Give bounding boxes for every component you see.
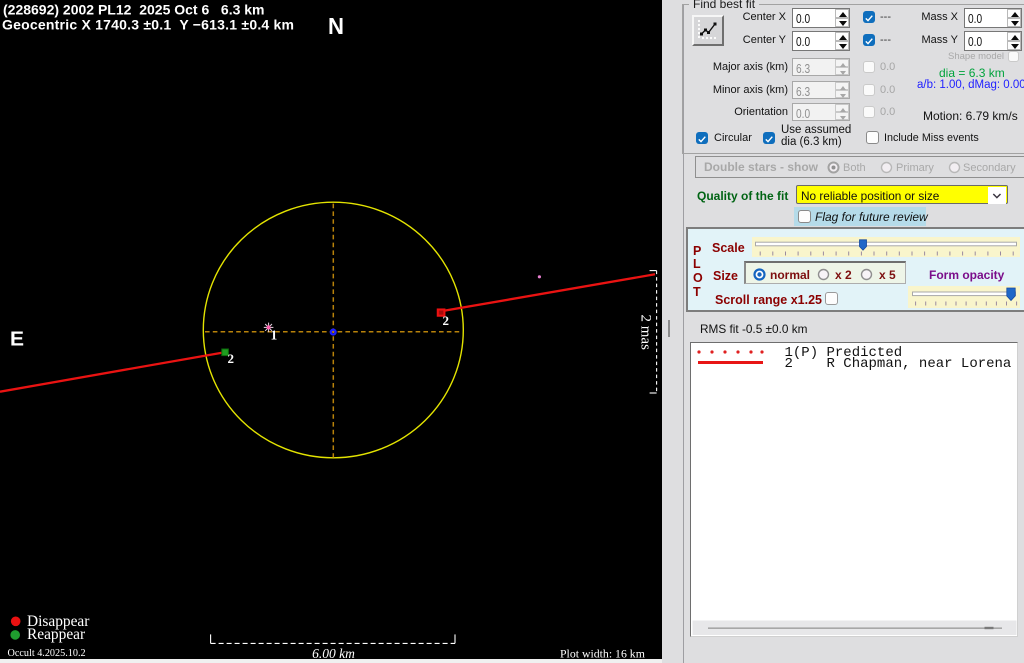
svg-text:(228692) 2002 PL12 2025 Oct 6: (228692) 2002 PL12 2025 Oct 6 6.3 km — [3, 2, 265, 18]
svg-text:Geocentric X 1740.3 ±0.1 Y −6: Geocentric X 1740.3 ±0.1 Y −613.1 ±0.4 k… — [2, 17, 294, 33]
svg-text:Reappear: Reappear — [27, 626, 85, 643]
svg-text:E: E — [10, 329, 24, 351]
svg-text:Occult 4.2025.10.2: Occult 4.2025.10.2 — [8, 648, 86, 659]
svg-text:2: 2 — [228, 351, 235, 366]
svg-text:2 R Chapman, near Lorena: 2 R Chapman, near Lorena — [785, 356, 1012, 372]
svg-text:N: N — [328, 13, 344, 39]
svg-text:6.00 km: 6.00 km — [312, 646, 355, 659]
svg-text:2: 2 — [443, 313, 450, 328]
svg-text:2 mas: 2 mas — [638, 315, 654, 351]
svg-text:Plot width: 16 km: Plot width: 16 km — [560, 647, 645, 660]
svg-text:1: 1 — [271, 328, 278, 343]
